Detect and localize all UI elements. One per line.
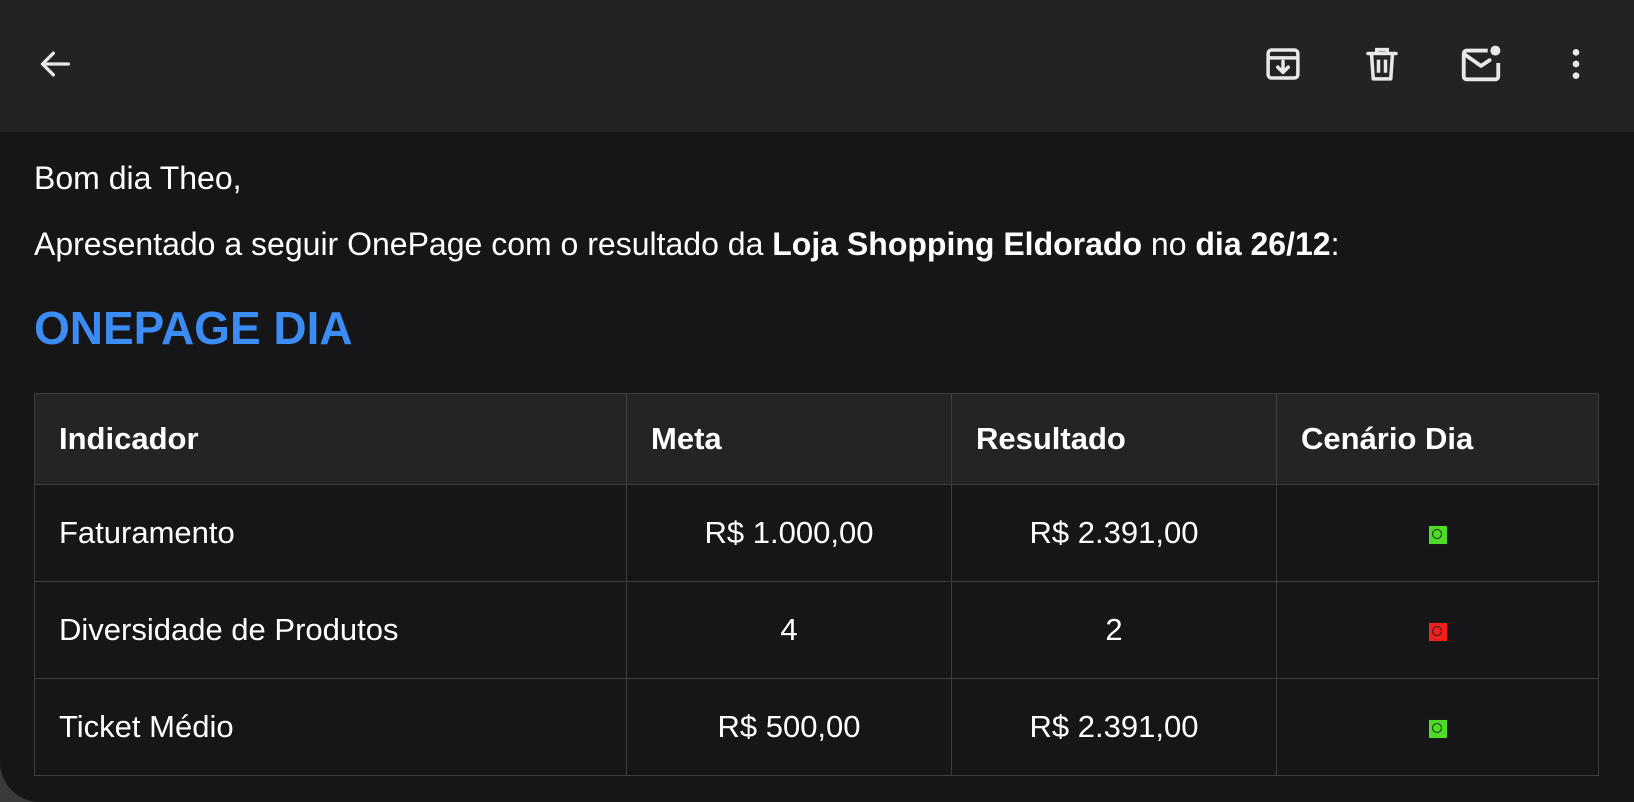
intro-prefix: Apresentado a seguir OnePage com o resul… — [34, 226, 773, 262]
status-red-icon — [1427, 621, 1448, 642]
header-scenario: Cenário Dia — [1276, 393, 1599, 485]
archive-icon[interactable] — [1255, 36, 1311, 92]
indicator-cell: Faturamento — [34, 484, 627, 582]
greeting-text: Bom dia Theo, — [34, 160, 242, 196]
results-table: Indicador Meta Resultado Cenário Dia Fat… — [34, 393, 1599, 776]
email-toolbar — [0, 0, 1634, 132]
scenario-cell — [1276, 678, 1599, 776]
goal-cell: R$ 1.000,00 — [626, 484, 952, 582]
result-cell: 2 — [951, 581, 1277, 679]
status-green-icon — [1427, 718, 1448, 739]
day-label: dia 26/12 — [1195, 226, 1331, 262]
intro-text: Apresentado a seguir OnePage com o resul… — [34, 224, 1339, 264]
scenario-cell — [1276, 484, 1599, 582]
header-indicator: Indicador — [34, 393, 627, 485]
more-vertical-icon[interactable] — [1548, 36, 1604, 92]
trash-icon[interactable] — [1354, 36, 1410, 92]
intro-suffix: : — [1330, 226, 1340, 262]
intro-middle: no — [1142, 226, 1196, 262]
arrow-left-icon[interactable] — [27, 36, 83, 92]
result-cell: R$ 2.391,00 — [951, 484, 1277, 582]
email-view: Bom dia Theo, Apresentado a seguir OnePa… — [0, 0, 1634, 802]
scenario-cell — [1276, 581, 1599, 679]
indicator-cell: Ticket Médio — [34, 678, 627, 776]
table-header-row: Indicador Meta Resultado Cenário Dia — [34, 393, 1599, 485]
indicator-cell: Diversidade de Produtos — [34, 581, 627, 679]
table-row: Ticket Médio R$ 500,00 R$ 2.391,00 — [34, 678, 1599, 776]
table-row: Faturamento R$ 1.000,00 R$ 2.391,00 — [34, 484, 1599, 582]
store-name: Loja Shopping Eldorado — [772, 226, 1142, 262]
header-goal: Meta — [626, 393, 952, 485]
status-green-icon — [1427, 524, 1448, 545]
goal-cell: 4 — [626, 581, 952, 679]
mail-unread-icon[interactable] — [1453, 36, 1509, 92]
header-result: Resultado — [951, 393, 1277, 485]
result-cell: R$ 2.391,00 — [951, 678, 1277, 776]
section-title: ONEPAGE DIA — [34, 302, 353, 354]
table-row: Diversidade de Produtos 4 2 — [34, 581, 1599, 679]
goal-cell: R$ 500,00 — [626, 678, 952, 776]
